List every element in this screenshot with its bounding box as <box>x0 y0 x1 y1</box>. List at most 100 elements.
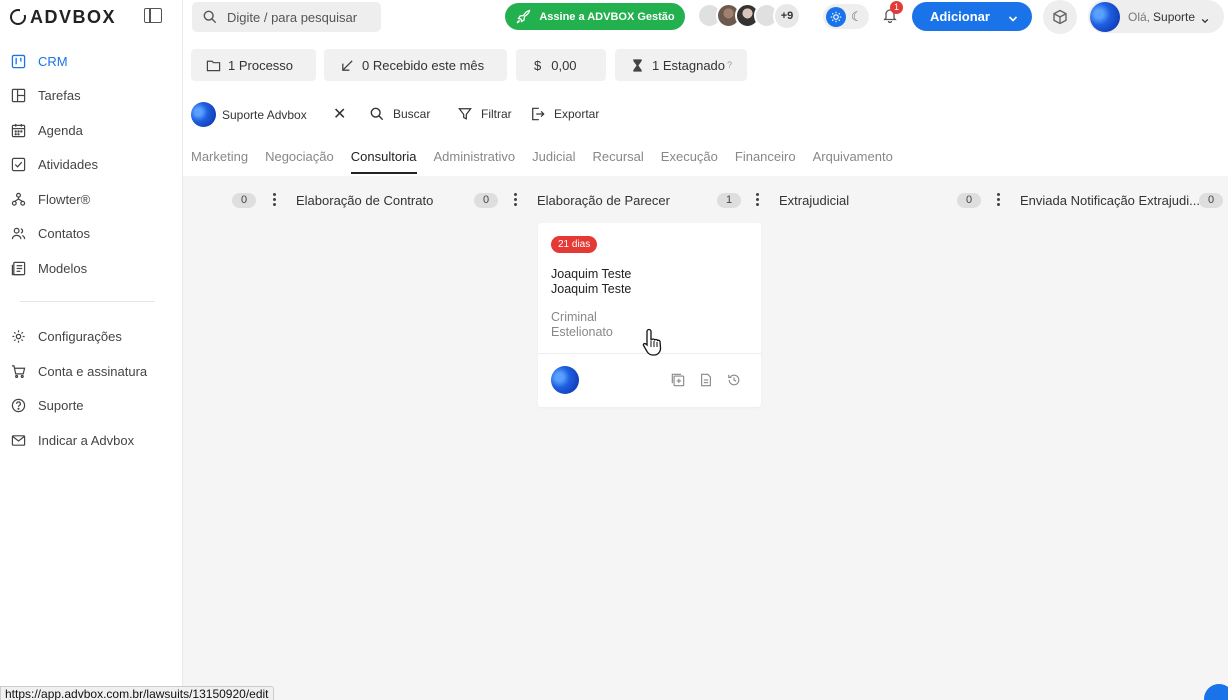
export-label: Exportar <box>554 107 600 121</box>
tab-recursal[interactable]: Recursal <box>593 148 644 174</box>
more-avatars-badge[interactable]: +9 <box>773 2 801 30</box>
filter-icon <box>458 107 472 121</box>
lawsuit-card[interactable]: 21 dias Joaquim Teste Joaquim Teste Crim… <box>538 223 761 407</box>
filter-label: Filtrar <box>481 107 512 121</box>
tab-judicial[interactable]: Judicial <box>532 148 575 174</box>
rocket-icon <box>515 9 531 25</box>
sidebar-item-atividades[interactable]: Atividades <box>0 148 183 183</box>
sidebar-item-label: Agenda <box>38 122 83 138</box>
sidebar: ADVBOX CRM Tarefas Agenda Atividades Flo… <box>0 0 183 700</box>
search-icon <box>370 107 384 121</box>
global-search[interactable] <box>192 2 381 32</box>
sidebar-item-crm[interactable]: CRM <box>0 44 183 79</box>
export-icon <box>531 107 545 121</box>
tab-financeiro[interactable]: Financeiro <box>735 148 796 174</box>
card-divider <box>538 353 761 354</box>
chevron-down-icon <box>1008 12 1018 22</box>
column-count-badge: 0 <box>474 193 498 208</box>
sidebar-item-indicar[interactable]: Indicar a Advbox <box>0 423 183 458</box>
tab-execucao[interactable]: Execução <box>661 148 718 174</box>
sidebar-item-label: Indicar a Advbox <box>38 432 135 448</box>
greeting-text: Olá, <box>1128 9 1151 24</box>
sidebar-item-label: Flowter® <box>38 191 91 207</box>
clear-user-filter-close-icon[interactable]: ✕ <box>333 107 346 123</box>
activities-icon <box>11 157 26 172</box>
sidebar-item-modelos[interactable]: Modelos <box>0 251 183 286</box>
column-count-badge: 0 <box>1199 193 1223 208</box>
days-badge: 21 dias <box>551 236 598 253</box>
export-button[interactable]: Exportar <box>531 107 599 121</box>
team-avatars[interactable]: +9 <box>697 2 801 30</box>
sidebar-item-flowter[interactable]: Flowter® <box>0 182 183 217</box>
search-action-button[interactable]: Buscar <box>370 107 430 121</box>
sidebar-collapse-button[interactable] <box>144 8 162 23</box>
promo-label: Assine a ADVBOX Gestão <box>539 10 675 23</box>
arrow-down-left-icon <box>340 58 355 73</box>
crm-icon <box>11 54 26 69</box>
mail-icon <box>11 433 26 448</box>
tab-negociacao[interactable]: Negociação <box>265 148 334 174</box>
sidebar-item-label: Conta e assinatura <box>38 363 148 379</box>
document-icon[interactable] <box>699 373 713 387</box>
sidebar-item-agenda[interactable]: Agenda <box>0 113 183 148</box>
add-button[interactable]: Adicionar <box>912 2 1032 31</box>
processes-chip[interactable]: 1 Processo <box>191 49 316 81</box>
sidebar-item-tarefas[interactable]: Tarefas <box>0 79 183 114</box>
stagnant-count: 1 Estagnado <box>652 57 726 73</box>
tab-marketing[interactable]: Marketing <box>191 148 248 174</box>
user-avatar <box>1090 1 1120 32</box>
sidebar-item-label: Tarefas <box>38 88 81 104</box>
sidebar-item-contatos[interactable]: Contatos <box>0 217 183 252</box>
column-count-badge: 0 <box>232 193 256 208</box>
history-icon[interactable] <box>727 373 741 387</box>
calendar-icon <box>11 123 26 138</box>
help-icon[interactable]: ? <box>727 60 732 70</box>
cube-icon <box>1052 9 1068 25</box>
sidebar-item-label: Atividades <box>38 157 98 173</box>
user-filter[interactable]: Suporte Advbox <box>191 102 307 127</box>
column-title: Enviada Notificação Extrajudi... <box>1020 193 1200 208</box>
apps-cube-button[interactable] <box>1043 0 1077 34</box>
subscribe-promo-button[interactable]: Assine a ADVBOX Gestão <box>505 3 685 30</box>
sidebar-item-conta[interactable]: Conta e assinatura <box>0 354 183 389</box>
tab-arquivamento[interactable]: Arquivamento <box>813 148 893 174</box>
contacts-icon <box>11 226 26 241</box>
filter-button[interactable]: Filtrar <box>458 107 512 121</box>
user-menu[interactable]: Olá, Suporte <box>1088 0 1224 33</box>
column-count-badge: 0 <box>957 193 981 208</box>
column-menu-icon[interactable] <box>514 193 518 207</box>
hourglass-icon <box>630 58 645 73</box>
sidebar-item-label: Suporte <box>38 398 84 414</box>
avatar[interactable] <box>551 366 579 394</box>
moon-icon: ☾ <box>851 8 863 24</box>
column-title: Elaboração de Contrato <box>296 193 434 208</box>
column-title: Extrajudicial <box>779 193 850 208</box>
sidebar-item-suporte[interactable]: Suporte <box>0 389 183 424</box>
theme-toggle[interactable]: ☾ <box>823 4 869 29</box>
sidebar-item-label: CRM <box>38 53 68 69</box>
currency-symbol: $ <box>534 57 542 73</box>
avatar <box>191 102 216 127</box>
sidebar-item-configuracoes[interactable]: Configurações <box>0 320 183 355</box>
card-area: Criminal <box>551 310 597 324</box>
amount-chip[interactable]: $ 0,00 <box>516 49 606 81</box>
stagnant-chip[interactable]: 1 Estagnado ? <box>615 49 747 81</box>
sidebar-nav: CRM Tarefas Agenda Atividades Flowter® C… <box>0 44 183 458</box>
brand-logo[interactable]: ADVBOX <box>10 6 116 28</box>
column-menu-icon[interactable] <box>997 193 1001 207</box>
column-count-badge: 1 <box>717 193 741 208</box>
received-count: 0 Recebido este mês <box>362 57 485 73</box>
search-action-label: Buscar <box>393 107 431 121</box>
tab-administrativo[interactable]: Administrativo <box>434 148 516 174</box>
processes-count: 1 Processo <box>228 57 294 73</box>
cart-icon <box>11 364 26 379</box>
add-task-icon[interactable] <box>671 373 685 387</box>
received-chip[interactable]: 0 Recebido este mês <box>324 49 507 81</box>
amount-value: 0,00 <box>551 57 577 73</box>
tab-consultoria[interactable]: Consultoria <box>350 148 417 174</box>
card-title: Joaquim Teste <box>551 282 632 296</box>
column-menu-icon[interactable] <box>273 193 277 207</box>
search-input[interactable] <box>227 9 377 25</box>
search-icon <box>203 10 217 24</box>
column-menu-icon[interactable] <box>756 193 760 207</box>
